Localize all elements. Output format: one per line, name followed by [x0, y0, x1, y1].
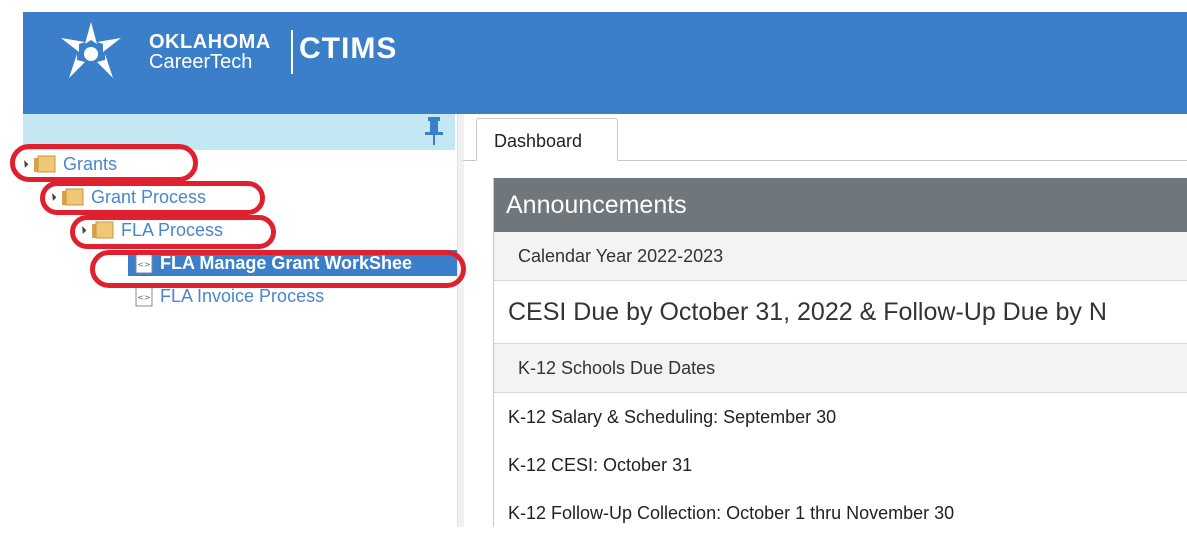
announcement-headline: CESI Due by October 31, 2022 & Follow-Up… [494, 281, 1187, 344]
annotation-ellipse [40, 181, 265, 215]
announcement-item: K-12 CESI: October 31 [508, 455, 693, 475]
calendar-year-label: Calendar Year 2022-2023 [494, 232, 1187, 281]
annotation-ellipse [10, 144, 198, 182]
page-icon: <> [135, 285, 153, 307]
brand-divider [291, 30, 293, 74]
pin-icon[interactable] [420, 114, 448, 148]
brand-line2: CareerTech [149, 51, 253, 73]
annotation-ellipse [90, 250, 466, 288]
brand-line1: OKLAHOMA [149, 31, 271, 53]
svg-text:<>: <> [137, 293, 150, 302]
announcement-item: K-12 Follow-Up Collection: October 1 thr… [508, 503, 955, 523]
announcements-panel: Announcements Calendar Year 2022-2023 CE… [493, 178, 1187, 527]
app-header: OKLAHOMA CareerTech CTIMS [23, 12, 1187, 114]
tree-item-label[interactable]: FLA Invoice Process [160, 286, 324, 307]
panel-title: Announcements [494, 178, 1187, 232]
annotation-ellipse [70, 215, 276, 249]
main-content: Dashboard Announcements Calendar Year 20… [463, 114, 1187, 527]
tab-label[interactable]: Dashboard [494, 131, 582, 152]
announcement-item: K-12 Salary & Scheduling: September 30 [508, 407, 837, 427]
app-name: CTIMS [299, 32, 398, 65]
k12-due-dates-label: K-12 Schools Due Dates [494, 344, 1187, 393]
brand-text: OKLAHOMA CareerTech [149, 32, 271, 72]
oklahoma-star-logo-icon[interactable] [51, 16, 131, 96]
tab-dashboard[interactable]: Dashboard [476, 118, 618, 161]
